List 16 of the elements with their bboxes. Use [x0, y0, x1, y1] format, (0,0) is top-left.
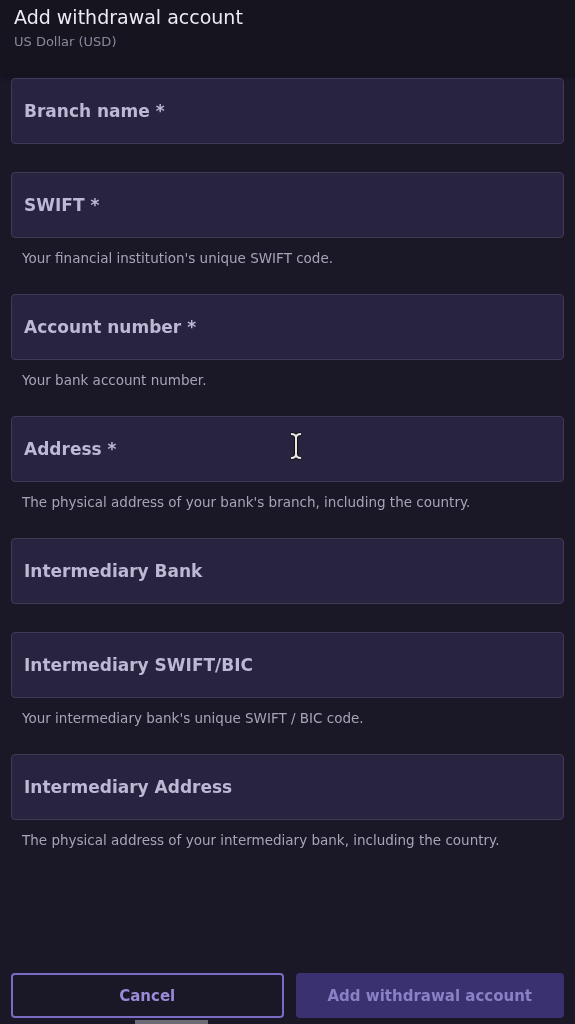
- field-hint: Your intermediary bank's unique SWIFT / BIC code.: [21, 709, 365, 726]
- input-field[interactable]: Account number *: [11, 294, 564, 360]
- field-hint: The physical address of your bank's branch, including the country.: [21, 493, 472, 510]
- currency-subtitle: US Dollar (USD): [14, 34, 118, 49]
- input-field[interactable]: SWIFT *: [11, 172, 564, 238]
- input-field[interactable]: Address *: [11, 416, 564, 482]
- field-hint: Your bank account number.: [21, 371, 208, 388]
- input-field[interactable]: Intermediary Address: [11, 754, 564, 820]
- input-field[interactable]: Intermediary Bank: [11, 538, 564, 604]
- text-cursor-icon: [289, 432, 303, 460]
- field-hint: The physical address of your intermediary bank, including the country.: [21, 831, 501, 848]
- input-field[interactable]: Branch name *: [11, 78, 564, 144]
- dialog-title: Add withdrawal account: [14, 6, 244, 28]
- action-button[interactable]: Cancel: [11, 973, 284, 1018]
- input-field[interactable]: Intermediary SWIFT/BIC: [11, 632, 564, 698]
- field-hint: Your financial institution's unique SWIFT code.: [21, 249, 334, 266]
